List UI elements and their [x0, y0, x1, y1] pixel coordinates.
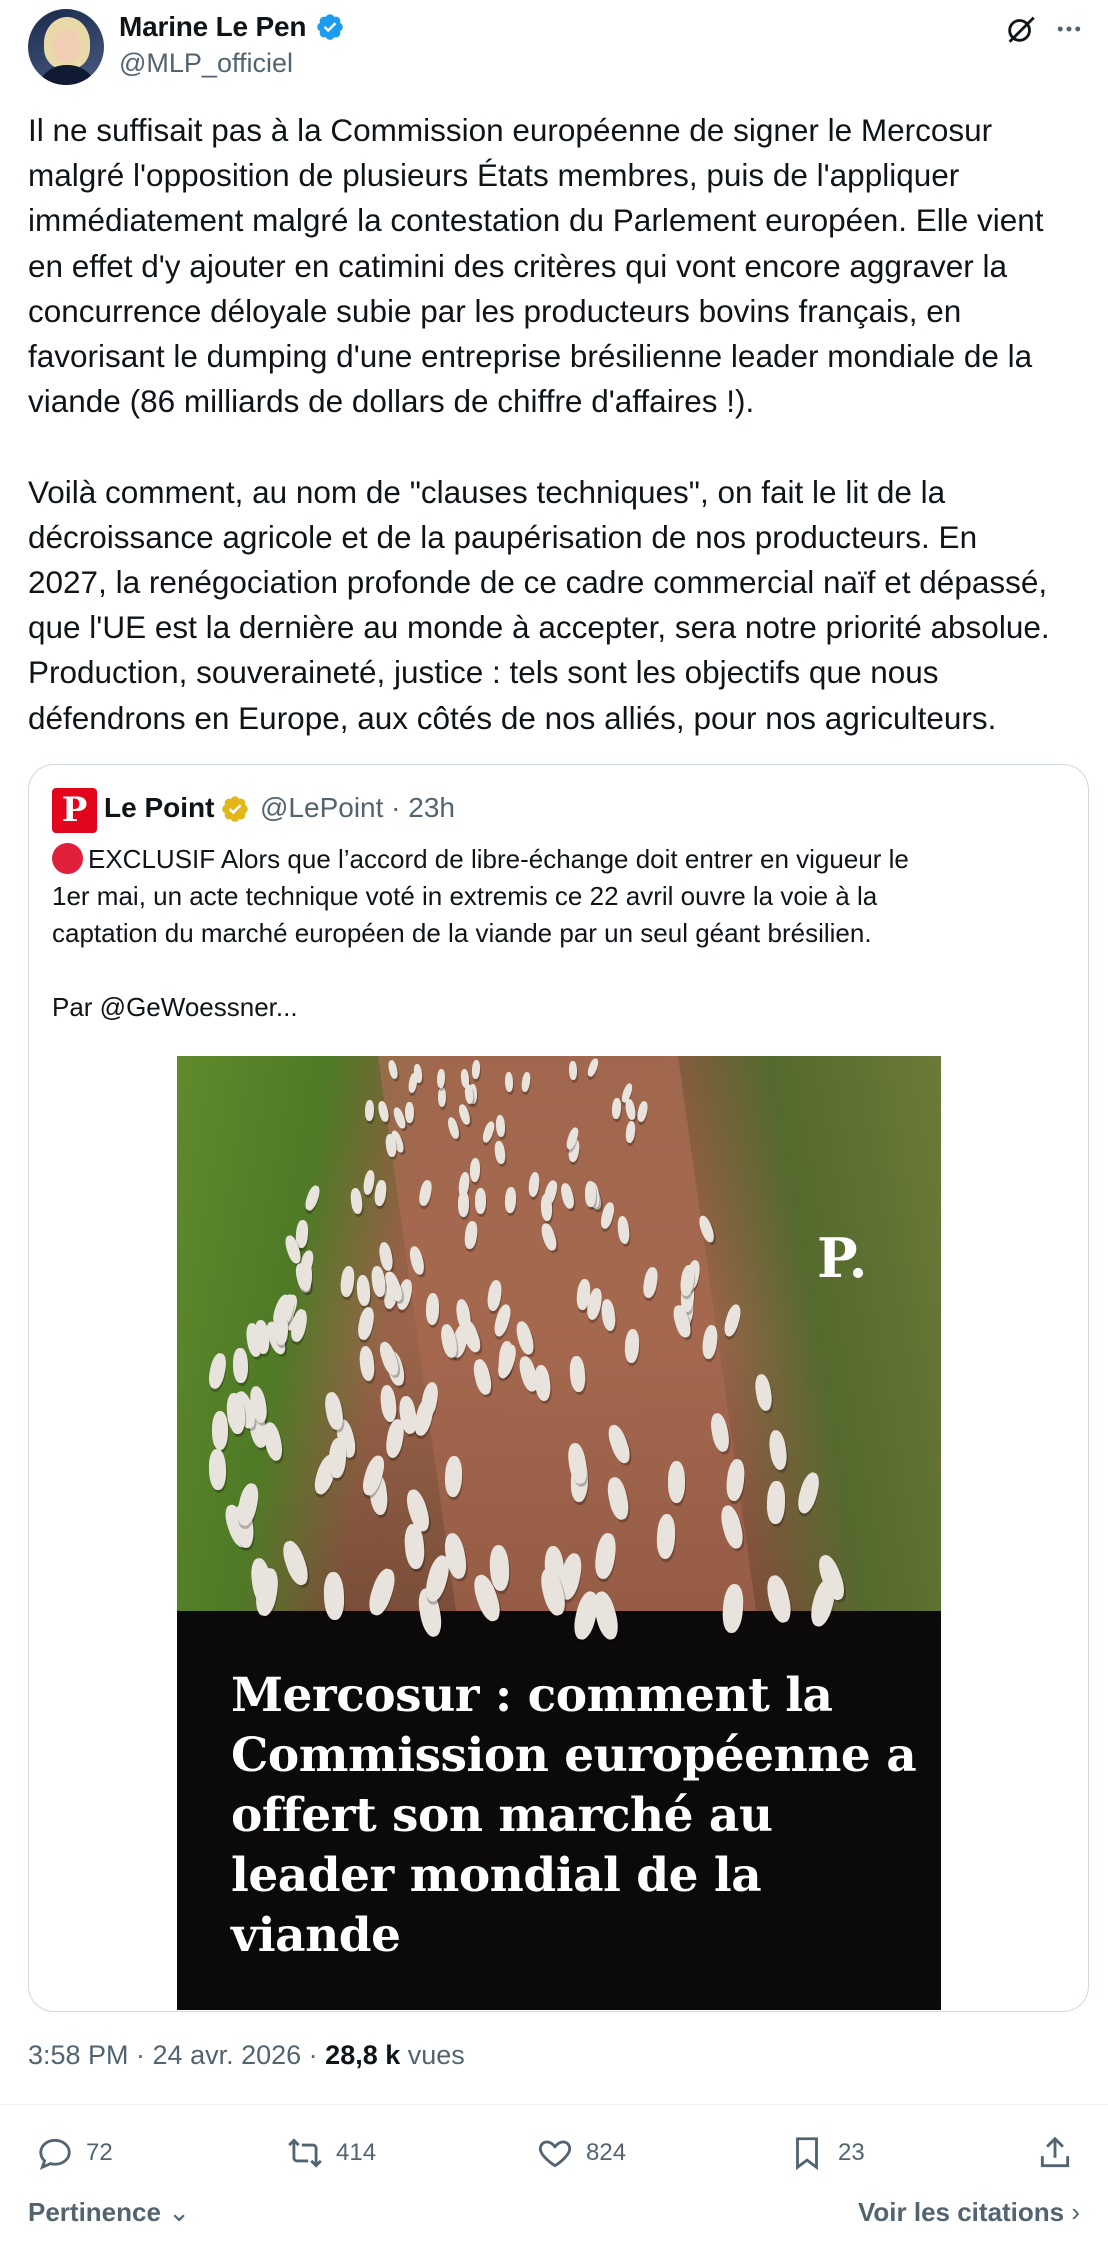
cow: [232, 1347, 248, 1384]
quoted-author-name[interactable]: Le Point: [104, 792, 214, 824]
quoted-handle-and-time[interactable]: @LePoint · 23h: [260, 792, 455, 824]
retweet-count: 414: [336, 2139, 377, 2166]
bookmark-button[interactable]: 23: [788, 2133, 865, 2173]
views-count: 28,8 k: [325, 2040, 401, 2070]
cow: [211, 1411, 228, 1450]
share-button[interactable]: [1036, 2133, 1074, 2173]
retweet-icon: [288, 2138, 322, 2168]
author-handle[interactable]: @MLP_officiel: [119, 48, 293, 79]
bookmark-count: 23: [838, 2139, 865, 2166]
cow: [405, 1101, 415, 1124]
views-label: vues: [400, 2040, 465, 2070]
tweet-timestamp[interactable]: 3:58 PM · 24 avr. 2026 ·: [28, 2040, 325, 2070]
tweet-text: Il ne suffisait pas à la Commission euro…: [28, 112, 1050, 736]
cow: [494, 1114, 506, 1138]
media-headline: Mercosur : comment la Commission europée…: [231, 1668, 917, 1963]
share-icon: [1040, 2136, 1070, 2168]
divider: [0, 2104, 1108, 2105]
verified-badge-icon: [317, 14, 343, 40]
quoted-text-rest: 1er mai, un acte technique voté in extre…: [52, 881, 878, 1022]
cow: [273, 1311, 288, 1346]
author-avatar[interactable]: [28, 9, 104, 85]
cow: [504, 1071, 514, 1092]
cow: [668, 1461, 686, 1503]
quoted-text-first-line: EXCLUSIF Alors que l’accord de libre-éch…: [88, 844, 909, 874]
le-point-logo[interactable]: P: [52, 788, 97, 833]
author-name[interactable]: Marine Le Pen: [119, 11, 306, 43]
quoted-tweet-text: EXCLUSIF Alors que l’accord de libre-éch…: [52, 841, 1062, 1026]
grok-icon[interactable]: [1004, 12, 1038, 46]
bookmark-icon: [796, 2137, 818, 2171]
retweet-button[interactable]: 414: [286, 2133, 376, 2173]
sort-dropdown[interactable]: Pertinence ⌄: [28, 2197, 190, 2228]
tweet-timestamp-views: 3:58 PM · 24 avr. 2026 · 28,8 k vues: [28, 2040, 465, 2071]
gold-verified-badge-icon: [222, 796, 248, 822]
reply-button[interactable]: 72: [36, 2133, 113, 2173]
le-point-watermark: P.: [817, 1226, 868, 1290]
quoted-media-image[interactable]: P. Mercosur : comment la Commission euro…: [177, 1056, 941, 2010]
more-options-icon[interactable]: [1052, 14, 1086, 44]
sort-label: Pertinence: [28, 2197, 161, 2227]
like-button[interactable]: 824: [536, 2133, 626, 2173]
chevron-down-icon: ⌄: [168, 2197, 190, 2227]
view-quotes-label: Voir les citations: [858, 2197, 1065, 2227]
cow: [584, 1181, 596, 1207]
cow: [474, 1187, 486, 1214]
chevron-right-icon: ›: [1071, 2197, 1081, 2227]
cow: [457, 1191, 469, 1218]
reply-count: 72: [86, 2139, 113, 2166]
reply-icon: [39, 2138, 71, 2170]
quoted-tweet-card[interactable]: P Le Point @LePoint · 23h EXCLUSIF Alors…: [28, 764, 1089, 2012]
view-quotes-link[interactable]: Voir les citations ›: [858, 2197, 1080, 2228]
cow: [436, 1068, 446, 1089]
cow: [228, 1396, 246, 1435]
cow: [765, 1480, 785, 1525]
heart-icon: [538, 2140, 572, 2168]
cow: [208, 1448, 227, 1491]
like-count: 824: [586, 2139, 627, 2166]
